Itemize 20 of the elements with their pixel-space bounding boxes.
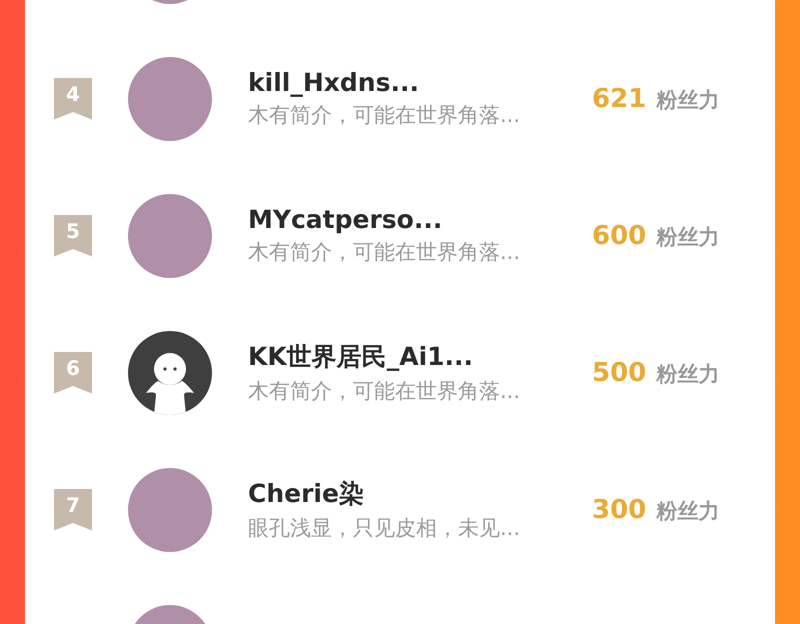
user-name[interactable]: MYcatperso... [248, 205, 578, 234]
fans-label: 粉丝力 [656, 224, 720, 250]
fans-count: 500 [592, 358, 646, 388]
fans-count: 300 [592, 494, 646, 524]
user-bio: 木有简介，可能在世界角落... [248, 239, 522, 266]
fans-label: 粉丝力 [656, 360, 720, 388]
fans-count: 621 [592, 84, 646, 114]
user-bio: 眼孔浅显，只见皮相，未见... [248, 515, 522, 542]
rank-ribbon: 5 [54, 214, 92, 256]
user-name[interactable]: KK世界居民_Ai1... [248, 340, 578, 373]
fans-label: 粉丝力 [656, 498, 720, 524]
user-bio: 木有简介，可能在世界角落... [248, 102, 522, 129]
rank-ribbon: 4 [54, 78, 92, 120]
user-bio: 木有简介，可能在世界角落... [248, 378, 522, 405]
rank-ribbon: 6 [54, 352, 92, 394]
user-name[interactable]: Cherie染 [248, 477, 578, 510]
fans-label: 粉丝力 [656, 86, 720, 114]
rank-ribbon: 7 [54, 488, 92, 530]
fans-count: 600 [592, 220, 646, 250]
user-name[interactable]: kill_Hxdns... [248, 68, 578, 97]
